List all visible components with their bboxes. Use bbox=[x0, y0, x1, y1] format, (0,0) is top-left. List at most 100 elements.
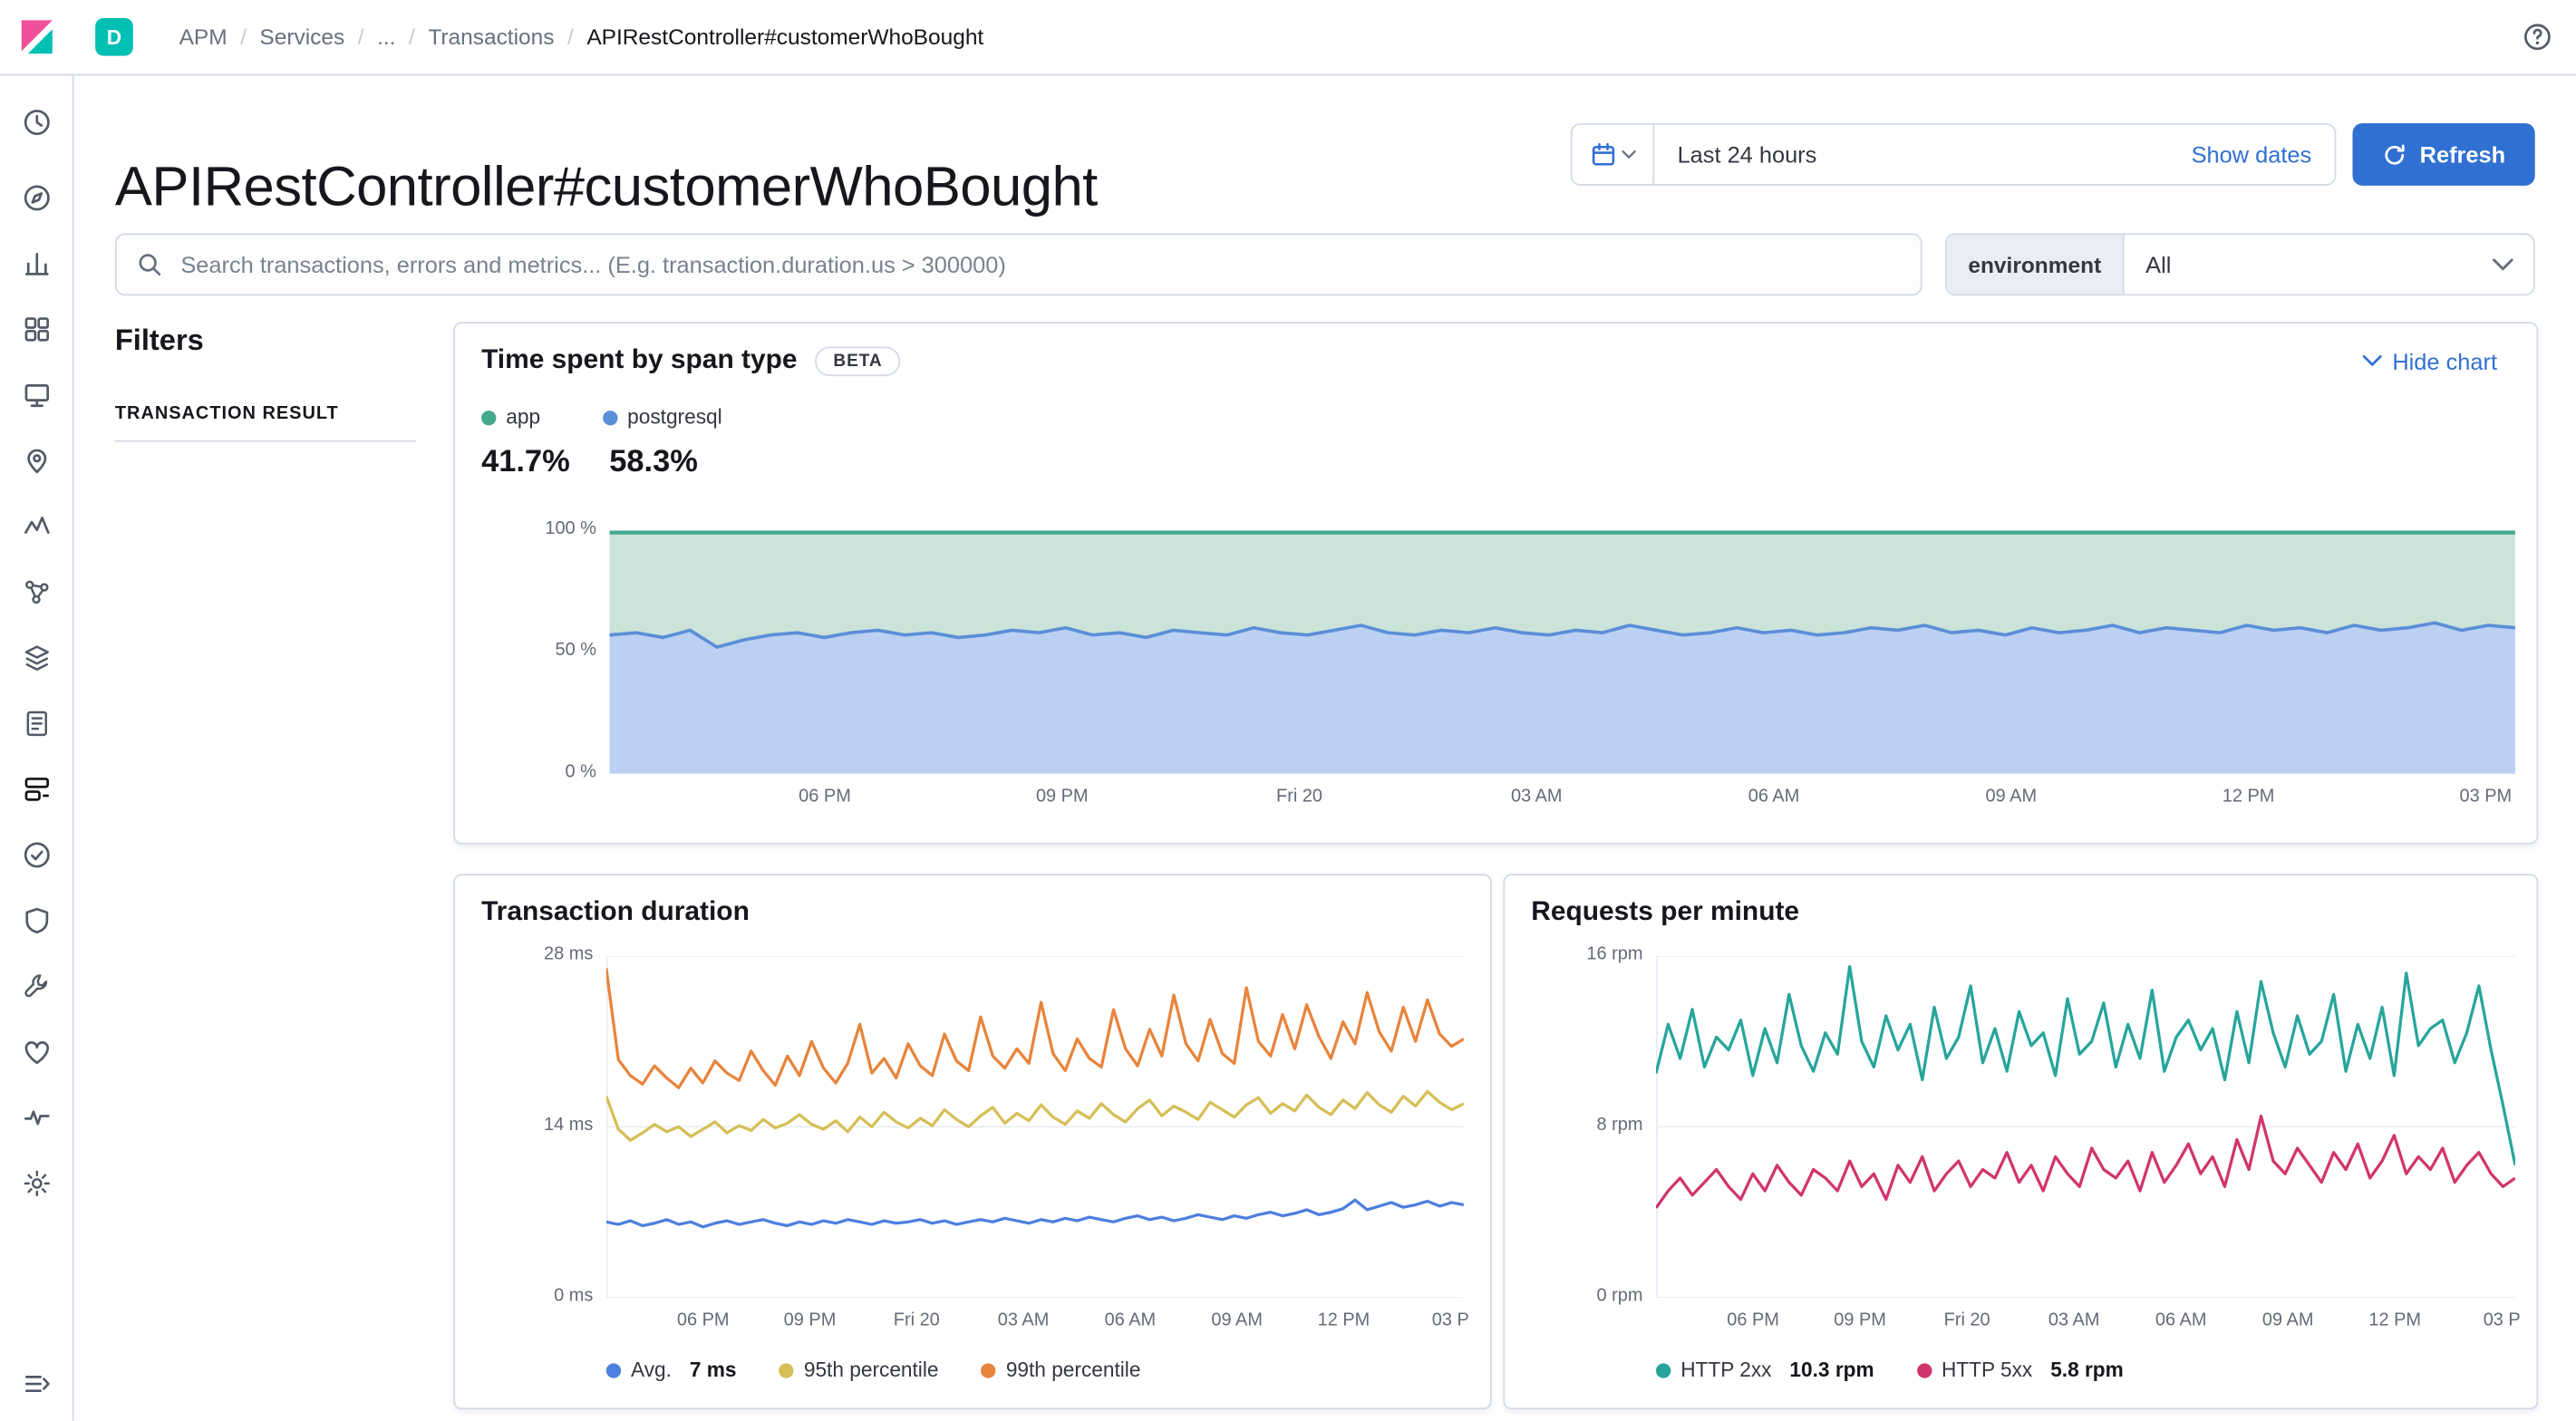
legend-dot bbox=[606, 1362, 621, 1377]
y-axis-label: 8 rpm bbox=[1597, 1116, 1643, 1136]
chart-legend: HTTP 2xx 10.3 rpm HTTP 5xx 5.8 rpm bbox=[1656, 1358, 2124, 1381]
legend-item-http-2xx[interactable]: HTTP 2xx 10.3 rpm bbox=[1656, 1358, 1874, 1381]
breadcrumb-services[interactable]: Services bbox=[259, 24, 344, 49]
x-axis-label: 03 AM bbox=[974, 1310, 1073, 1330]
refresh-icon bbox=[2382, 142, 2407, 167]
legend-item-app[interactable]: app bbox=[481, 406, 540, 429]
legend-dot bbox=[1656, 1362, 1671, 1377]
page-title: APIRestController#customerWhoBought bbox=[115, 156, 1098, 220]
panel-title: Transaction duration bbox=[481, 897, 750, 928]
span-type-chart[interactable]: 100 %50 %0 % 06 PM09 PMFri 2003 AM06 AM0… bbox=[609, 530, 2515, 773]
x-axis-label: 12 PM bbox=[2199, 787, 2298, 807]
calendar-icon[interactable] bbox=[1573, 125, 1655, 184]
heartbeat-icon[interactable] bbox=[0, 1084, 73, 1150]
x-axis-label: 06 AM bbox=[1081, 1310, 1180, 1330]
legend-item-postgresql[interactable]: postgresql bbox=[603, 406, 722, 429]
chart-legend: Avg. 7 ms 95th percentile 99th percentil… bbox=[606, 1358, 1141, 1381]
apm-icon[interactable] bbox=[0, 756, 73, 822]
requests-per-minute-chart[interactable]: 16 rpm8 rpm0 rpm 06 PM09 PMFri 2003 AM06… bbox=[1656, 956, 2515, 1298]
legend-value: 10.3 rpm bbox=[1789, 1358, 1874, 1381]
transaction-duration-panel: Transaction duration 28 ms14 ms0 ms 06 P… bbox=[453, 874, 1492, 1409]
breadcrumb-separator: / bbox=[240, 24, 247, 49]
chevron-down-icon bbox=[2493, 258, 2514, 272]
monitoring-icon[interactable] bbox=[0, 1019, 73, 1085]
search-input[interactable] bbox=[178, 250, 1901, 280]
space-badge[interactable]: D bbox=[95, 18, 133, 56]
metrics-icon[interactable] bbox=[0, 624, 73, 691]
x-axis-label: 12 PM bbox=[2346, 1310, 2445, 1330]
breadcrumb-apm[interactable]: APM bbox=[179, 24, 228, 49]
discover-icon[interactable] bbox=[0, 164, 73, 230]
y-axis-label: 0 ms bbox=[554, 1286, 593, 1306]
requests-per-minute-panel: Requests per minute 16 rpm8 rpm0 rpm 06 … bbox=[1503, 874, 2538, 1409]
x-axis-label: 06 AM bbox=[1725, 787, 1824, 807]
y-axis-label: 14 ms bbox=[544, 1116, 593, 1136]
date-range-value[interactable]: Last 24 hours bbox=[1654, 141, 2191, 168]
uptime-icon[interactable] bbox=[0, 821, 73, 887]
chart-legend: app postgresql bbox=[481, 406, 722, 429]
chevron-down-icon bbox=[1621, 150, 1635, 160]
search-bar bbox=[115, 233, 1922, 295]
machine-learning-icon[interactable] bbox=[0, 493, 73, 559]
transaction-duration-chart[interactable]: 28 ms14 ms0 ms 06 PM09 PMFri 2003 AM06 A… bbox=[606, 956, 1464, 1298]
x-axis-label: 06 PM bbox=[776, 787, 875, 807]
transaction-result-section-label: TRANSACTION RESULT bbox=[115, 404, 339, 424]
filters-divider bbox=[115, 440, 416, 442]
hide-chart-link[interactable]: Hide chart bbox=[2363, 347, 2497, 373]
visualize-icon[interactable] bbox=[0, 230, 73, 296]
x-axis-label: 03 P bbox=[1401, 1310, 1500, 1330]
legend-label: 95th percentile bbox=[804, 1358, 939, 1381]
panel-title: Time spent by span type bbox=[481, 345, 797, 376]
filters-heading: Filters bbox=[115, 324, 204, 358]
breadcrumb-ellipsis[interactable]: ... bbox=[377, 24, 395, 49]
graph-icon[interactable] bbox=[0, 558, 73, 624]
beta-badge: BETA bbox=[815, 346, 900, 376]
postgresql-percentage: 58.3% bbox=[609, 445, 698, 481]
environment-value: All bbox=[2125, 251, 2493, 277]
collapse-menu-icon[interactable] bbox=[0, 1355, 74, 1411]
y-axis-label: 50 % bbox=[555, 641, 596, 661]
recently-viewed-icon[interactable] bbox=[0, 89, 73, 155]
app-navigation-sidebar bbox=[0, 75, 74, 1420]
x-axis-label: Fri 20 bbox=[1918, 1310, 2017, 1330]
x-axis-label: 06 PM bbox=[1704, 1310, 1803, 1330]
breadcrumb-separator: / bbox=[567, 24, 574, 49]
y-axis-label: 100 % bbox=[545, 519, 596, 539]
logs-icon[interactable] bbox=[0, 690, 73, 756]
breadcrumb-current: APIRestController#customerWhoBought bbox=[586, 24, 983, 49]
legend-dot bbox=[780, 1362, 794, 1377]
legend-dot bbox=[603, 410, 617, 424]
breadcrumb-transactions[interactable]: Transactions bbox=[428, 24, 554, 49]
span-type-percentages: 41.7% 58.3% bbox=[481, 445, 698, 481]
maps-icon[interactable] bbox=[0, 427, 73, 493]
environment-select[interactable]: environment All bbox=[1945, 233, 2535, 295]
app-percentage: 41.7% bbox=[481, 445, 570, 481]
legend-dot bbox=[1917, 1362, 1932, 1377]
legend-label: postgresql bbox=[627, 406, 722, 429]
dev-tools-icon[interactable] bbox=[0, 952, 73, 1019]
breadcrumb-separator: / bbox=[409, 24, 415, 49]
x-axis-label: 09 AM bbox=[1187, 1310, 1286, 1330]
management-icon[interactable] bbox=[0, 1150, 73, 1216]
panel-title: Requests per minute bbox=[1531, 897, 1799, 928]
x-axis-label: 09 PM bbox=[1811, 1310, 1910, 1330]
kibana-logo-icon[interactable] bbox=[16, 16, 57, 57]
legend-item-http-5xx[interactable]: HTTP 5xx 5.8 rpm bbox=[1917, 1358, 2124, 1381]
legend-item-99th-percentile[interactable]: 99th percentile bbox=[982, 1358, 1141, 1381]
dashboard-icon[interactable] bbox=[0, 295, 73, 362]
x-axis-label: 12 PM bbox=[1294, 1310, 1393, 1330]
legend-label: HTTP 2xx bbox=[1680, 1358, 1771, 1381]
siem-icon[interactable] bbox=[0, 887, 73, 953]
time-spent-by-span-type-panel: Time spent by span type BETA Hide chart … bbox=[453, 322, 2538, 844]
screenshot-viewport: D APM / Services / ... / Transactions / … bbox=[0, 0, 2576, 1421]
help-icon[interactable] bbox=[2522, 22, 2552, 53]
legend-item-avg[interactable]: Avg. 7 ms bbox=[606, 1358, 737, 1381]
legend-item-95th-percentile[interactable]: 95th percentile bbox=[780, 1358, 939, 1381]
show-dates-link[interactable]: Show dates bbox=[2192, 141, 2312, 168]
search-icon bbox=[136, 251, 162, 277]
x-axis-label: 03 AM bbox=[2025, 1310, 2124, 1330]
refresh-button[interactable]: Refresh bbox=[2353, 123, 2535, 186]
x-axis-label: 03 AM bbox=[1487, 787, 1586, 807]
legend-label: Avg. bbox=[631, 1358, 672, 1381]
canvas-icon[interactable] bbox=[0, 362, 73, 428]
